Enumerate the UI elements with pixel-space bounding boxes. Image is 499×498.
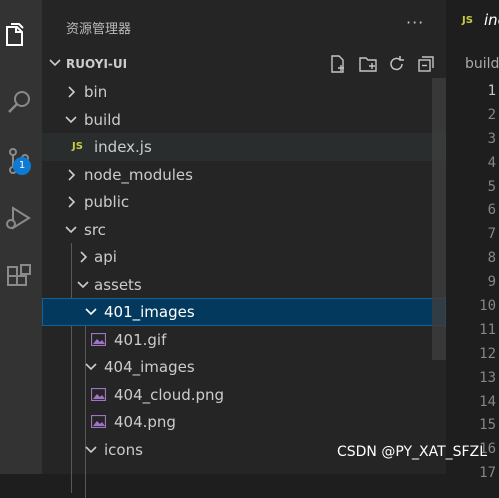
chevron-down-icon	[65, 115, 77, 123]
extensions-icon	[7, 264, 31, 286]
editor-area: JS inc build 1234567891011121314151617	[446, 0, 499, 481]
new-file-icon	[331, 55, 344, 73]
tree-item-401-images[interactable]: 401_images	[42, 298, 446, 326]
line-number: 10	[479, 298, 496, 315]
tree-item-src[interactable]: src	[42, 216, 446, 244]
line-number: 8	[487, 250, 496, 267]
explorer-sidebar: 资源管理器 ··· RUOYI-UI bin build JS index.js…	[42, 0, 446, 498]
tree-item-bin[interactable]: bin	[42, 78, 446, 106]
chevron-down-icon	[85, 445, 97, 453]
line-number: 9	[487, 274, 496, 291]
tree-item-404-images[interactable]: 404_images	[42, 353, 446, 381]
line-number: 2	[487, 106, 496, 123]
activity-search[interactable]	[0, 78, 42, 126]
tree-item-label: icons	[104, 440, 143, 459]
chevron-down-icon	[65, 225, 77, 233]
tree-item-label: index.js	[94, 138, 152, 156]
activity-extensions[interactable]	[0, 254, 42, 302]
refresh-icon	[390, 56, 404, 71]
activity-run-debug[interactable]	[0, 194, 42, 242]
image-file-icon	[91, 415, 106, 428]
activity-bar: 1	[0, 0, 42, 474]
tree-item-label: public	[84, 193, 130, 211]
breadcrumb[interactable]: build	[465, 56, 499, 72]
js-file-icon: JS	[72, 141, 83, 152]
line-number: 14	[479, 393, 496, 410]
chevron-down-icon	[77, 280, 89, 288]
tree-item-label: 404_images	[104, 358, 195, 376]
collapse-all-button[interactable]	[416, 54, 436, 74]
activity-explorer[interactable]	[0, 12, 42, 60]
tree-item-label: 404.png	[114, 413, 176, 431]
line-number: 1	[487, 83, 496, 99]
image-file-icon	[91, 332, 106, 346]
explorer-title: 资源管理器	[66, 22, 132, 37]
chevron-down-icon	[49, 59, 61, 67]
tree-item-label: 404_cloud.png	[114, 385, 225, 404]
tree-item-404-cloud-png[interactable]: 404_cloud.png	[42, 381, 446, 409]
source-control-badge: 1	[13, 157, 31, 175]
tree-item-label: 401_images	[104, 303, 195, 321]
collapse-all-icon	[418, 56, 434, 72]
file-tree: bin build JS index.js node_modules publi…	[42, 78, 446, 498]
more-actions-icon[interactable]: ···	[406, 13, 424, 32]
tree-item-401-gif[interactable]: 401.gif	[42, 326, 446, 354]
chevron-right-icon	[68, 196, 76, 208]
line-number: 6	[487, 202, 496, 219]
tree-item-index-js[interactable]: JS index.js	[42, 133, 446, 161]
line-number: 7	[487, 226, 496, 243]
new-file-button[interactable]	[328, 54, 348, 74]
line-number-gutter: 1 2 3 4 5 6 7 8 9 10 11 12 13 14 15 16 17	[446, 80, 499, 486]
image-file-icon	[91, 387, 106, 401]
line-number: 3	[487, 130, 496, 147]
tree-item-label: assets	[94, 275, 142, 294]
line-number: 13	[479, 369, 496, 386]
explorer-scrollbar[interactable]	[432, 78, 446, 360]
chevron-right-icon	[68, 86, 76, 98]
tree-item-label: bin	[84, 83, 108, 101]
tree-item-label: 401.gif	[114, 330, 167, 349]
tree-item-label: api	[94, 248, 117, 266]
tree-item-assets[interactable]: assets	[42, 271, 446, 299]
line-number: 4	[487, 154, 496, 171]
line-number: 5	[487, 178, 496, 195]
chevron-right-icon	[80, 251, 88, 263]
editor-tab-index-js[interactable]: JS inc	[446, 0, 499, 42]
chevron-right-icon	[68, 168, 76, 181]
tree-item-build[interactable]: build	[42, 106, 446, 134]
tree-item-node-modules[interactable]: node_modules	[42, 161, 446, 189]
line-number: 17	[479, 465, 496, 482]
tree-item-public[interactable]: public	[42, 188, 446, 216]
run-debug-icon	[6, 206, 31, 230]
new-folder-icon	[359, 57, 377, 72]
chevron-down-icon	[85, 308, 97, 316]
tree-item-api[interactable]: api	[42, 243, 446, 271]
tree-item-label: node_modules	[84, 165, 193, 184]
js-file-icon: JS	[462, 15, 473, 26]
watermark: CSDN @PY_XAT_SFZL	[336, 444, 487, 460]
new-folder-button[interactable]	[358, 54, 378, 74]
tab-label: inc	[484, 11, 499, 29]
line-number: 11	[479, 321, 496, 338]
project-section-header[interactable]: RUOYI-UI	[42, 52, 446, 76]
line-number: 12	[479, 345, 496, 362]
tree-item-label: src	[84, 220, 106, 239]
tree-item-label: build	[84, 110, 121, 129]
files-icon	[6, 23, 24, 46]
project-name: RUOYI-UI	[66, 57, 128, 71]
line-number: 15	[479, 417, 496, 434]
search-icon	[8, 91, 30, 113]
tree-item-404-png[interactable]: 404.png	[42, 408, 446, 436]
refresh-button[interactable]	[387, 54, 407, 74]
chevron-down-icon	[85, 363, 97, 371]
